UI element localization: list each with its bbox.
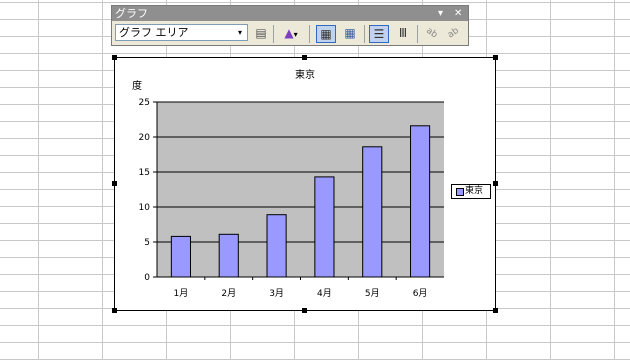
y-tick-label: 20	[139, 133, 151, 143]
legend-label: 東京	[465, 186, 484, 196]
x-tick-label: 1月	[174, 288, 189, 299]
legend[interactable]: 東京	[451, 184, 491, 199]
bar	[266, 214, 287, 278]
bar-chart: 0 5 10 15 20 25 1月 2月 3月 4月 5月 6月	[139, 98, 444, 299]
y-tick-label: 10	[139, 203, 151, 213]
x-tick-label: 3月	[269, 288, 284, 299]
x-tick-label: 5月	[365, 288, 380, 299]
bar	[410, 125, 431, 278]
bar	[362, 146, 383, 278]
y-tick-label: 5	[144, 238, 150, 248]
bar	[314, 176, 335, 278]
y-tick-label: 0	[144, 273, 150, 283]
bar	[170, 235, 191, 278]
legend-swatch	[456, 188, 464, 196]
x-tick-label: 2月	[221, 288, 236, 299]
y-tick-label: 15	[139, 168, 150, 178]
x-tick-label: 6月	[413, 288, 428, 299]
y-tick-label: 25	[139, 98, 150, 108]
x-tick-label: 4月	[317, 288, 332, 299]
bar	[218, 233, 239, 278]
